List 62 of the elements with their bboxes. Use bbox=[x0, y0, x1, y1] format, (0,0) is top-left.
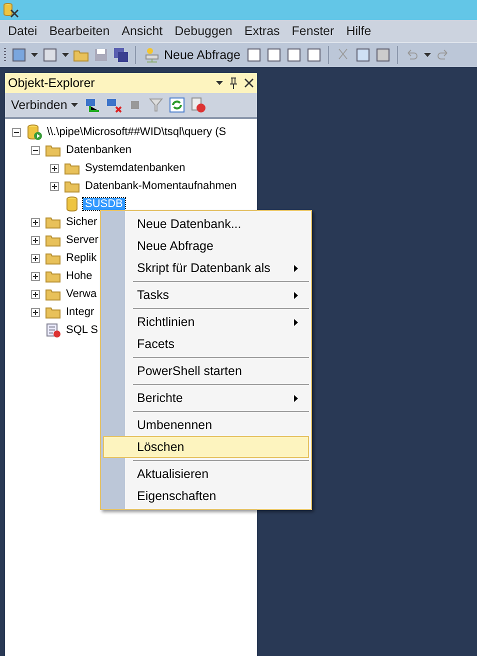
new-query-button[interactable]: Neue Abfrage bbox=[142, 44, 242, 66]
expand-icon[interactable] bbox=[31, 272, 40, 280]
context-menu-item[interactable]: Neue Datenbank... bbox=[103, 213, 309, 235]
caret-icon bbox=[71, 103, 78, 107]
context-menu-item[interactable]: Aktualisieren bbox=[103, 463, 309, 485]
expand-icon[interactable] bbox=[31, 308, 40, 316]
undo-caret-icon bbox=[424, 53, 432, 57]
context-menu-item[interactable]: Umbenennen bbox=[103, 414, 309, 436]
menu-item[interactable]: Debuggen bbox=[168, 24, 238, 38]
expand-icon[interactable] bbox=[31, 218, 40, 226]
menu-item[interactable]: Hilfe bbox=[340, 24, 378, 38]
menu-item[interactable]: Extras bbox=[238, 24, 286, 38]
expand-icon[interactable] bbox=[31, 290, 40, 298]
expand-icon[interactable] bbox=[31, 254, 40, 262]
context-menu-item[interactable]: Facets bbox=[103, 333, 309, 355]
tree-item[interactable]: Sicher bbox=[64, 216, 100, 228]
server-icon bbox=[26, 124, 42, 140]
pin-icon bbox=[229, 77, 238, 89]
panel-title: Objekt-Explorer bbox=[8, 76, 96, 90]
tree-item[interactable]: Server bbox=[64, 234, 100, 246]
save-all-icon bbox=[113, 47, 129, 63]
collapse-icon[interactable] bbox=[31, 146, 40, 154]
context-menu-item[interactable]: Neue Abfrage bbox=[103, 235, 309, 257]
context-menu-item[interactable]: Berichte bbox=[103, 387, 309, 409]
grip-icon bbox=[4, 47, 7, 63]
menu-item[interactable]: Datei bbox=[2, 24, 44, 38]
context-menu-item[interactable]: Eigenschaften bbox=[103, 485, 309, 507]
refresh-icon bbox=[169, 97, 186, 113]
tree-item[interactable]: Replik bbox=[64, 252, 99, 264]
tree-item[interactable]: Hohe bbox=[64, 270, 94, 282]
expand-icon[interactable] bbox=[50, 182, 59, 190]
tree-item[interactable]: Integr bbox=[64, 306, 96, 318]
caret-icon bbox=[62, 53, 69, 57]
close-icon bbox=[244, 78, 254, 88]
menu-item[interactable]: Ansicht bbox=[116, 24, 169, 38]
save-icon bbox=[93, 47, 109, 63]
dropdown-icon bbox=[216, 81, 223, 85]
menu-item[interactable]: Bearbeiten bbox=[43, 24, 116, 38]
new-query-icon bbox=[144, 47, 160, 63]
database-icon bbox=[64, 196, 80, 212]
script-stop-icon bbox=[190, 97, 206, 113]
tree-item[interactable]: Verwa bbox=[64, 288, 99, 300]
expand-icon[interactable] bbox=[31, 236, 40, 244]
tree-item[interactable]: SQL S bbox=[64, 324, 100, 336]
agent-icon bbox=[45, 322, 61, 338]
context-menu-item[interactable]: Löschen bbox=[103, 436, 309, 458]
connect-icon bbox=[85, 97, 102, 113]
context-menu-item[interactable]: Richtlinien bbox=[103, 311, 309, 333]
tree-item[interactable]: Systemdatenbanken bbox=[83, 162, 188, 174]
context-menu-item[interactable]: Tasks bbox=[103, 284, 309, 306]
disconnect-icon bbox=[106, 97, 122, 113]
filter-icon bbox=[148, 97, 164, 113]
context-menu-item[interactable]: PowerShell starten bbox=[103, 360, 309, 382]
caret-icon bbox=[31, 53, 38, 57]
expand-icon[interactable] bbox=[50, 164, 59, 172]
collapse-icon[interactable] bbox=[12, 128, 21, 136]
context-menu-item[interactable]: Skript für Datenbank als bbox=[103, 257, 309, 279]
app-icon bbox=[3, 2, 19, 18]
tree-item[interactable]: \\.\pipe\Microsoft##WID\tsql\query (S bbox=[45, 126, 228, 138]
menu-item[interactable]: Fenster bbox=[286, 24, 340, 38]
tree-item[interactable]: Datenbank-Momentaufnahmen bbox=[83, 180, 239, 192]
tree-item[interactable]: Datenbanken bbox=[64, 144, 134, 156]
